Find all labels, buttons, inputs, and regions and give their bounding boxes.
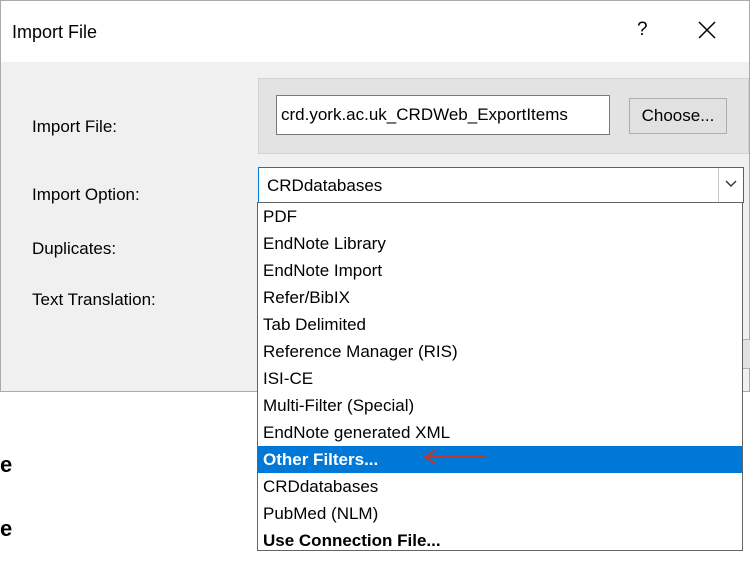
close-button[interactable] [687, 15, 727, 49]
option-tab-delimited[interactable]: Tab Delimited [258, 311, 742, 338]
import-option-label: Import Option: [32, 185, 140, 204]
dialog-title: Import File [12, 22, 98, 42]
option-refer-bibix[interactable]: Refer/BibIX [258, 284, 742, 311]
option-use-connection-file[interactable]: Use Connection File... [258, 527, 742, 554]
close-icon [698, 21, 716, 39]
import-file-path-field[interactable]: crd.york.ac.uk_CRDWeb_ExportItems [276, 95, 610, 135]
option-reference-manager-ris[interactable]: Reference Manager (RIS) [258, 338, 742, 365]
help-button[interactable]: ? [637, 19, 648, 41]
option-multi-filter[interactable]: Multi-Filter (Special) [258, 392, 742, 419]
red-arrow-annotation-icon [423, 449, 486, 465]
option-other-filters[interactable]: Other Filters... [258, 446, 742, 473]
option-endnote-import[interactable]: EndNote Import [258, 257, 742, 284]
option-pubmed-nlm[interactable]: PubMed (NLM) [258, 500, 742, 527]
title-bar: Import File ? [1, 1, 749, 62]
import-file-label: Import File: [32, 117, 118, 136]
duplicates-label: Duplicates: [32, 239, 117, 258]
text-translation-label: Text Translation: [32, 290, 156, 309]
import-option-dropdown-list: PDF EndNote Library EndNote Import Refer… [257, 202, 743, 551]
chevron-down-icon [725, 180, 737, 187]
option-endnote-generated-xml[interactable]: EndNote generated XML [258, 419, 742, 446]
option-crddatabases[interactable]: CRDdatabases [258, 473, 742, 500]
dropdown-toggle[interactable] [718, 168, 743, 202]
import-option-select[interactable]: CRDdatabases [258, 167, 744, 203]
option-isi-ce[interactable]: ISI-CE [258, 365, 742, 392]
background-text: e [0, 452, 13, 477]
choose-button[interactable]: Choose... [629, 98, 727, 134]
background-text: e [0, 516, 13, 541]
import-option-selected-value: CRDdatabases [267, 176, 383, 195]
option-pdf[interactable]: PDF [258, 203, 742, 230]
option-endnote-library[interactable]: EndNote Library [258, 230, 742, 257]
